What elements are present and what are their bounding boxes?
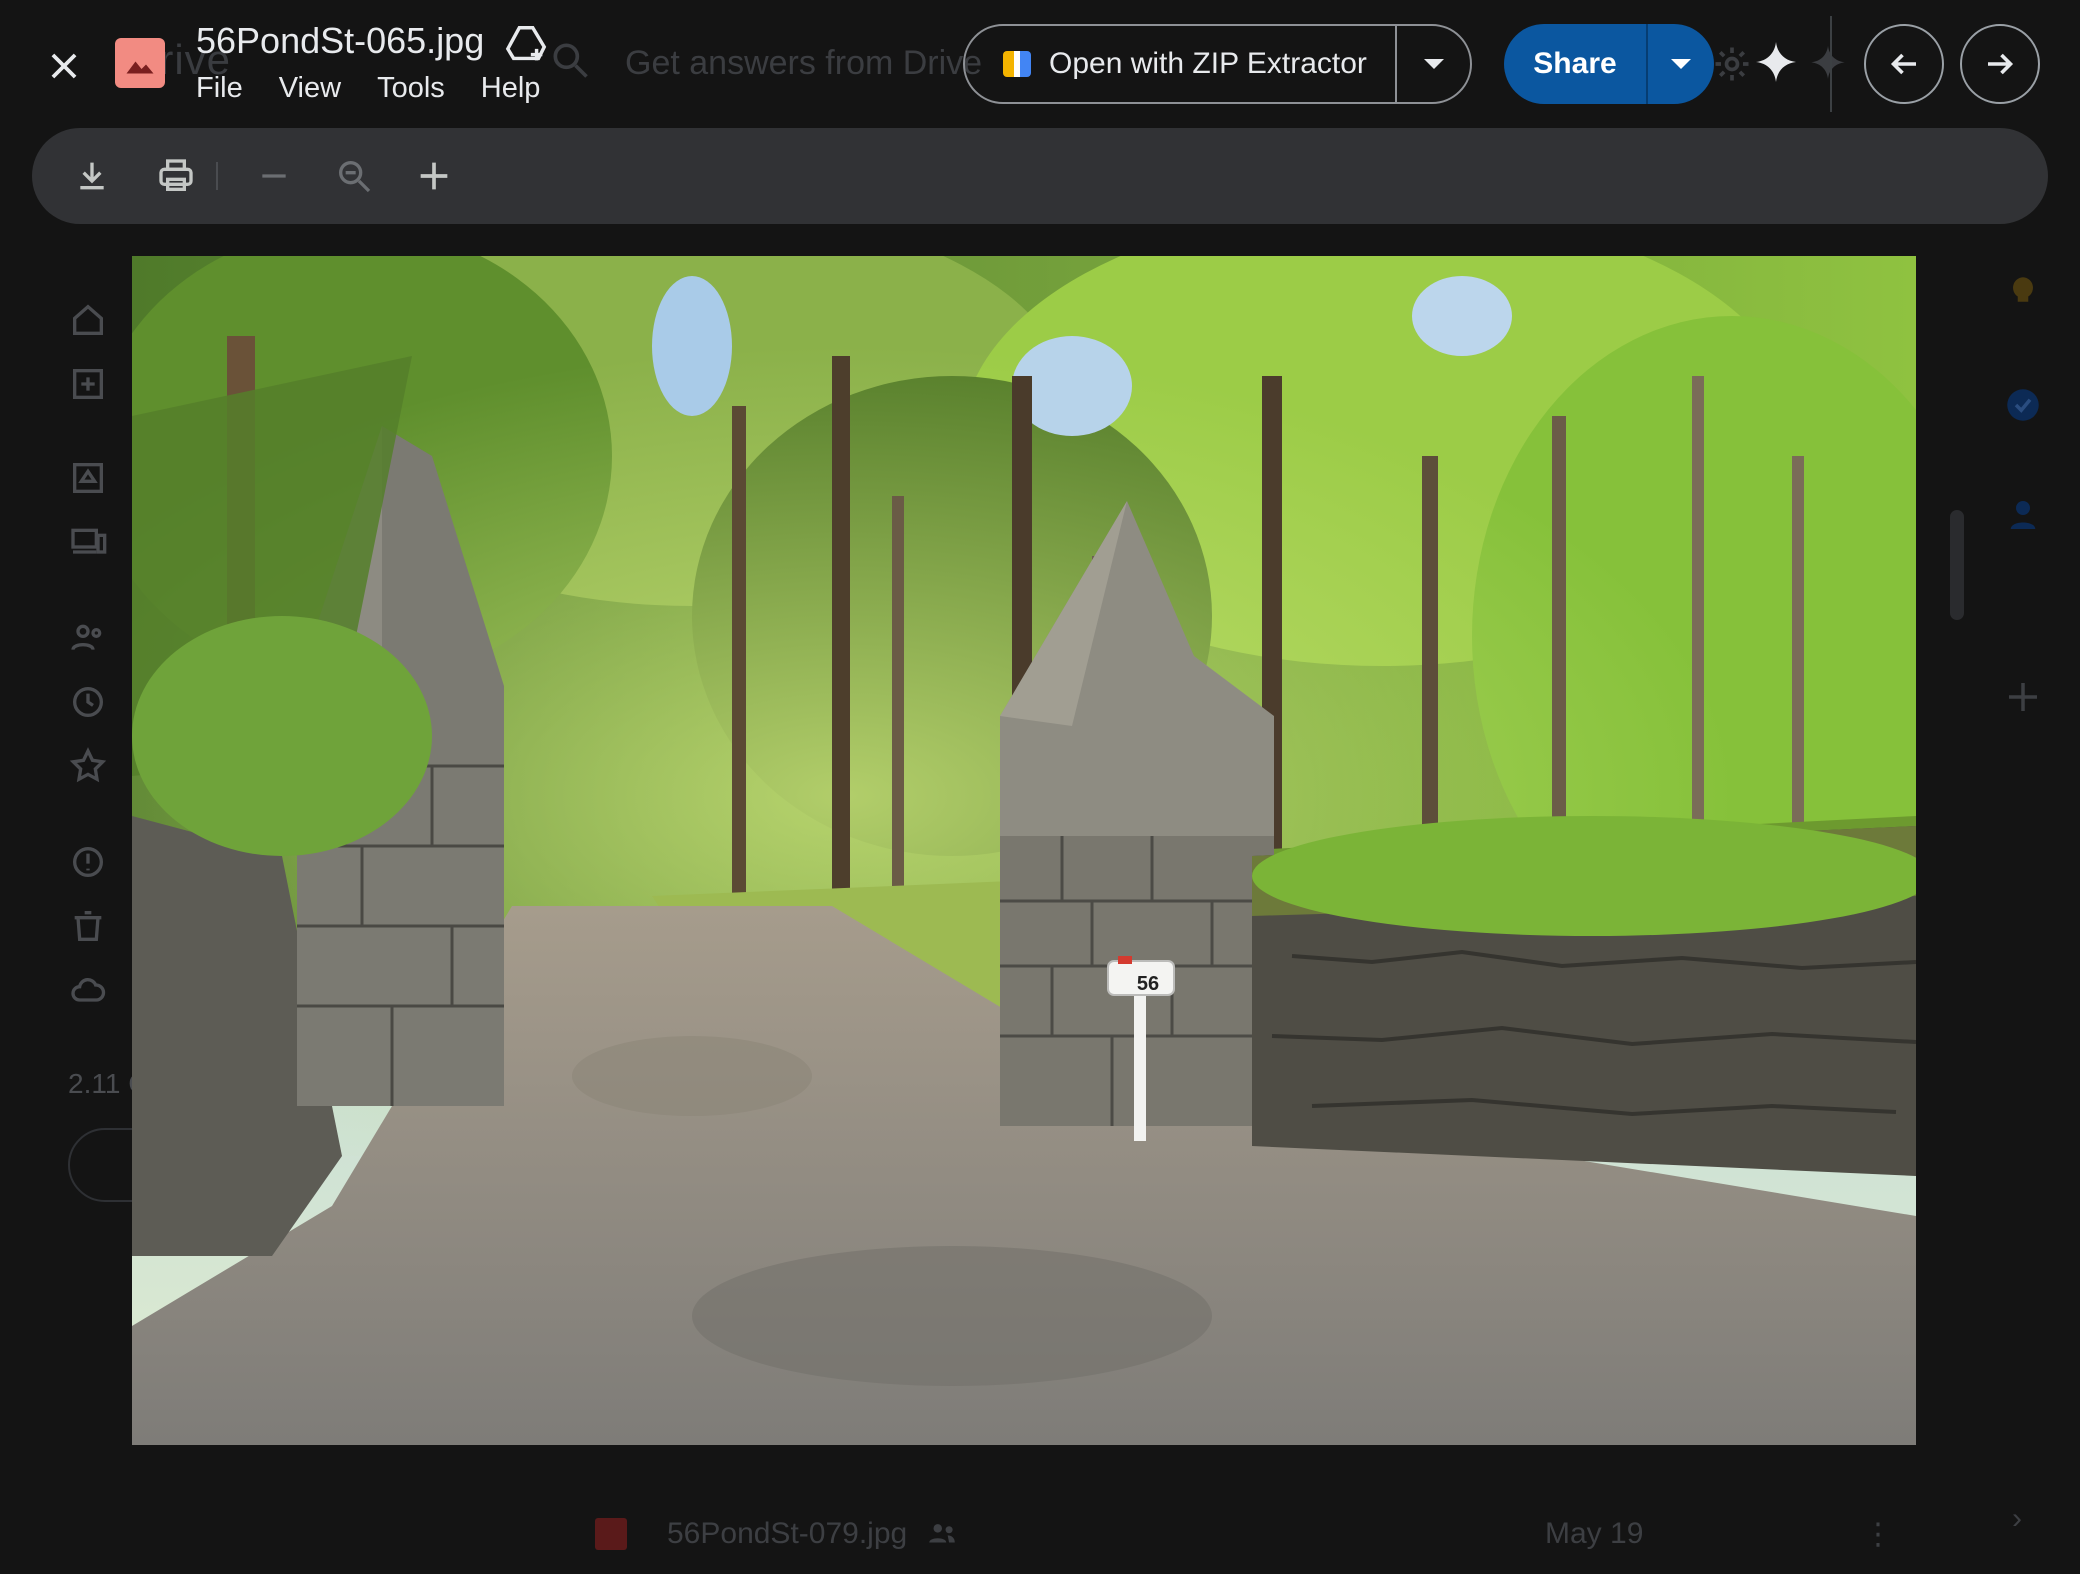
scrollbar [1950, 510, 1964, 620]
zoom-icon [339, 161, 371, 193]
share-button[interactable]: Share [1504, 24, 1648, 104]
storage-icon [68, 970, 108, 1010]
print-icon [159, 159, 193, 191]
gemini-sparkle-icon[interactable] [1752, 40, 1800, 88]
starred-icon [68, 746, 108, 786]
menu-file[interactable]: File [196, 72, 243, 105]
menu-tools[interactable]: Tools [377, 72, 445, 105]
viewer-toolbar [32, 128, 2048, 224]
viewer-header: 56PondSt-065.jpg File View Tools Help Op… [0, 0, 2080, 128]
recent-icon [68, 682, 108, 722]
tasks-icon [2002, 384, 2044, 426]
share-group: Share [1504, 24, 1714, 104]
close-button[interactable] [36, 38, 92, 94]
file-name: 56PondSt-079.jpg [667, 1517, 908, 1550]
share-dropdown-button[interactable] [1648, 24, 1714, 104]
file-title: 56PondSt-065.jpg [196, 20, 485, 61]
arrow-left-icon [1890, 53, 1916, 75]
toolbar-divider [216, 162, 218, 190]
print-button[interactable] [152, 152, 200, 200]
image-file-icon [595, 1518, 627, 1550]
header-divider [1830, 16, 1832, 112]
zoom-in-button[interactable] [410, 152, 458, 200]
close-icon [51, 53, 77, 79]
open-with-group: Open with ZIP Extractor [963, 24, 1472, 104]
file-modified-date: May 19 [1545, 1517, 1644, 1550]
spam-icon [68, 842, 108, 882]
caret-down-icon [1423, 59, 1444, 69]
caret-down-icon [1671, 59, 1691, 69]
file-list-row: 56PondSt-079.jpg May 19 ⋮ [595, 1510, 1905, 1558]
sparkle-icon [1808, 44, 1848, 84]
zoom-out-icon [262, 174, 286, 178]
driveway-gate-photo: 56 [132, 256, 1916, 1445]
share-label: Share [1533, 47, 1617, 80]
menu-help[interactable]: Help [481, 72, 541, 105]
next-file-button[interactable] [1960, 24, 2040, 104]
computers-icon [68, 522, 108, 562]
shared-with-me-icon [68, 618, 108, 658]
zoom-reset-button[interactable] [330, 152, 378, 200]
open-with-button[interactable]: Open with ZIP Extractor [965, 26, 1397, 102]
add-addon-icon [2002, 676, 2044, 718]
download-icon [80, 162, 104, 190]
contacts-icon [2002, 494, 2044, 536]
settings-icon [1710, 42, 1754, 86]
mailbox-number: 56 [1137, 973, 1159, 995]
zoom-in-icon [420, 162, 448, 190]
shared-icon [925, 1517, 959, 1551]
more-actions-icon: ⋮ [1863, 1517, 1893, 1551]
image-file-icon [115, 38, 165, 88]
keep-icon [2002, 272, 2044, 314]
add-to-drive-icon[interactable] [504, 22, 550, 68]
previous-file-button[interactable] [1864, 24, 1944, 104]
trash-icon [68, 906, 108, 946]
zip-extractor-icon [1003, 51, 1031, 77]
arrow-right-icon [1988, 53, 2014, 75]
activity-icon [68, 364, 108, 404]
open-with-label: Open with ZIP Extractor [1049, 47, 1367, 80]
home-icon [68, 300, 108, 340]
my-drive-icon [68, 458, 108, 498]
menu-view[interactable]: View [279, 72, 341, 105]
image-preview: 56 [132, 256, 1916, 1445]
menu-bar: File View Tools Help [196, 72, 540, 105]
zoom-out-button[interactable] [250, 152, 298, 200]
open-with-dropdown-button[interactable] [1397, 26, 1470, 102]
download-button[interactable] [68, 152, 116, 200]
chevron-right-icon: › [2012, 1502, 2022, 1535]
